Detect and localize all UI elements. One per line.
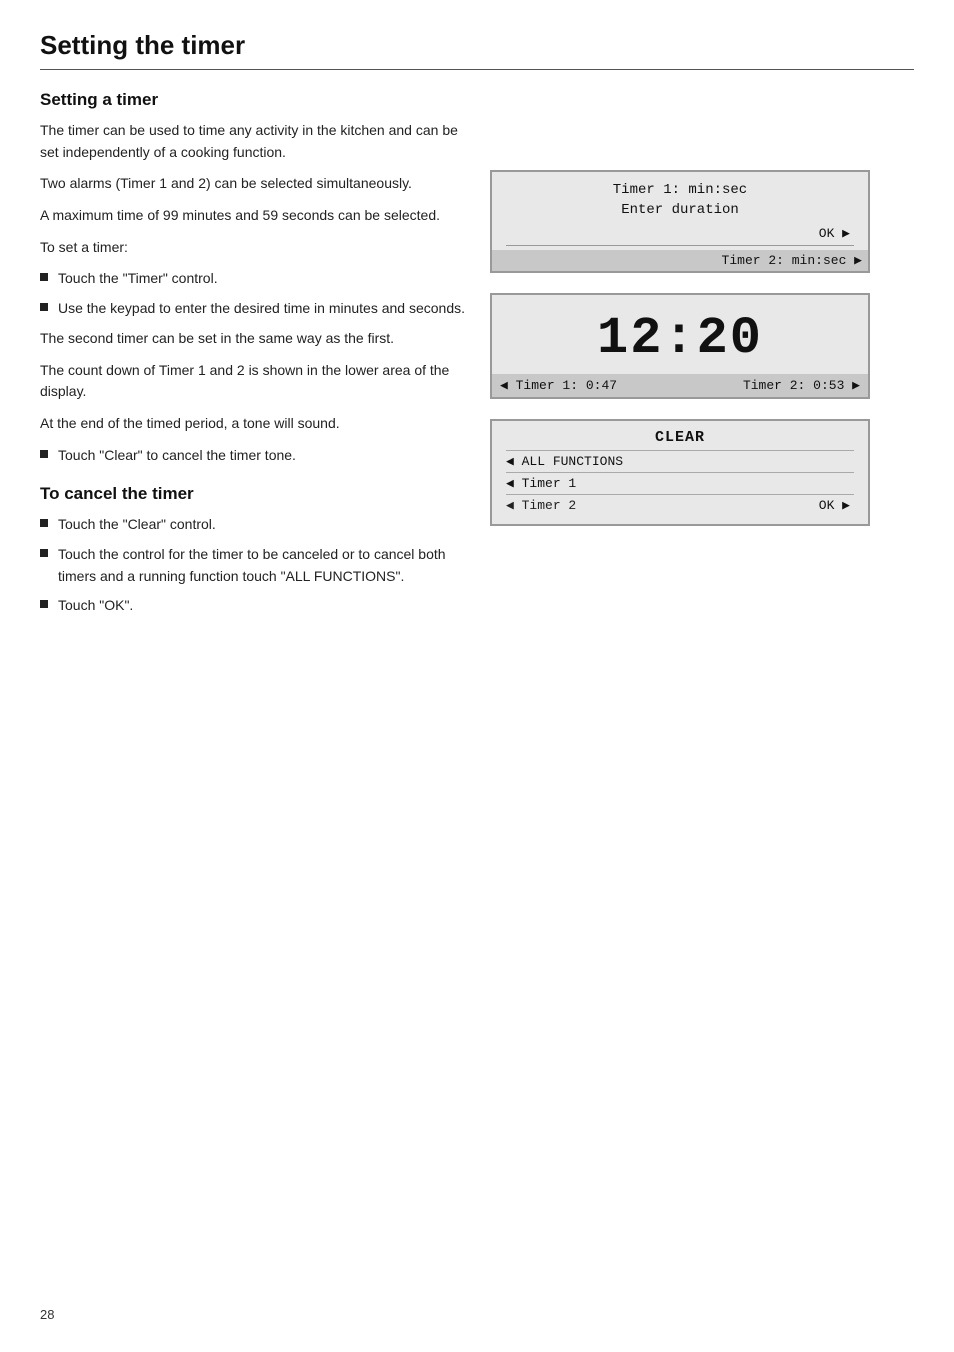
screen3-ok-label: OK ▶	[819, 498, 854, 513]
screen1: Timer 1: min:sec Enter duration OK ▶ Tim…	[490, 170, 870, 273]
screen2-timer2-label: Timer 2: 0:53 ▶	[743, 378, 860, 393]
screen2-time-display: 12:20	[506, 309, 854, 368]
para4: To set a timer:	[40, 237, 470, 259]
screen3-timer2-row: ◀ Timer 2 OK ▶	[506, 494, 854, 516]
cancel-bullet3: Touch "OK".	[40, 595, 470, 617]
screen3-timer1-row: ◀ Timer 1	[506, 472, 854, 494]
screen3: CLEAR ◀ ALL FUNCTIONS ◀ Timer 1 ◀ Timer …	[490, 419, 870, 526]
screen1-timer1-label: Timer 1: min:sec	[506, 182, 854, 198]
bullet-last: Touch "Clear" to cancel the timer tone.	[40, 445, 470, 467]
screen2-timer1-label: ◀ Timer 1: 0:47	[500, 378, 617, 393]
bullet-icon	[40, 303, 48, 311]
cancel-bullet2: Touch the control for the timer to be ca…	[40, 544, 470, 587]
page-title: Setting the timer	[40, 30, 914, 70]
cancel-bullet1: Touch the "Clear" control.	[40, 514, 470, 536]
para2: Two alarms (Timer 1 and 2) can be select…	[40, 173, 470, 195]
page-number: 28	[40, 1307, 54, 1322]
bullet-icon	[40, 450, 48, 458]
para1: The timer can be used to time any activi…	[40, 120, 470, 163]
screen1-timer2-label: Timer 2: min:sec ▶	[492, 250, 868, 271]
screen1-enter-label: Enter duration	[506, 202, 854, 218]
section1-heading: Setting a timer	[40, 90, 470, 110]
bullet-icon	[40, 273, 48, 281]
para7: At the end of the timed period, a tone w…	[40, 413, 470, 435]
bullet-icon	[40, 600, 48, 608]
bullet-icon	[40, 519, 48, 527]
screen2-bottom-bar: ◀ Timer 1: 0:47 Timer 2: 0:53 ▶	[492, 374, 868, 397]
screen3-clear-title: CLEAR	[506, 429, 854, 446]
screen1-ok-label: OK ▶	[506, 226, 854, 241]
bullet-icon	[40, 549, 48, 557]
bullet1: Touch the "Timer" control.	[40, 268, 470, 290]
para5: The second timer can be set in the same …	[40, 328, 470, 350]
section2-heading: To cancel the timer	[40, 484, 470, 504]
para3: A maximum time of 99 minutes and 59 seco…	[40, 205, 470, 227]
screen3-all-functions: ◀ ALL FUNCTIONS	[506, 450, 854, 472]
screen3-timer2-label: ◀ Timer 2	[506, 498, 576, 513]
screen2: 12:20 ◀ Timer 1: 0:47 Timer 2: 0:53 ▶	[490, 293, 870, 399]
para6: The count down of Timer 1 and 2 is shown…	[40, 360, 470, 403]
bullet2: Use the keypad to enter the desired time…	[40, 298, 470, 320]
